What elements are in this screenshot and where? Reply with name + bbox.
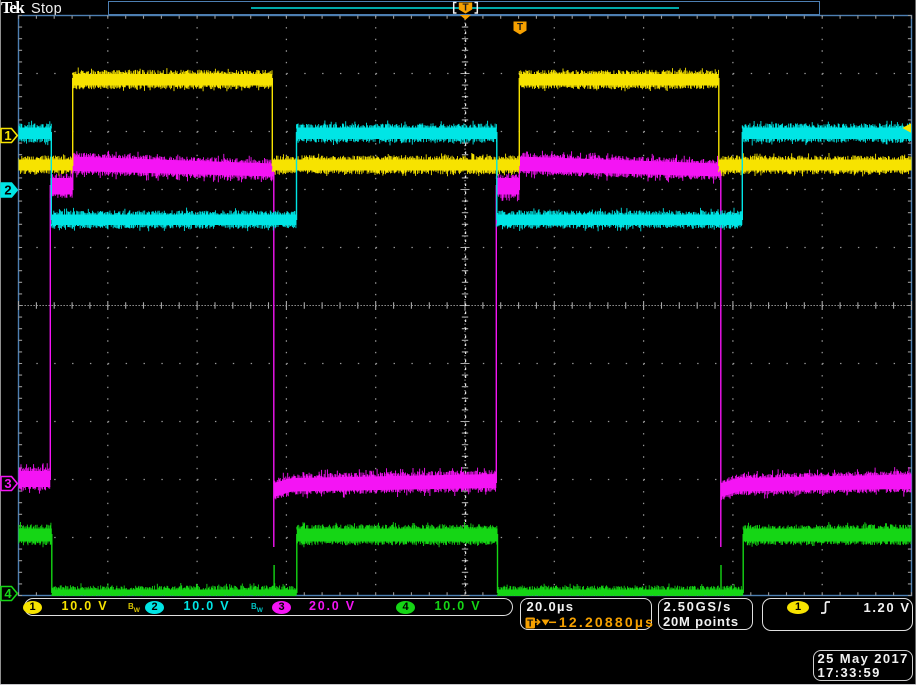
svg-text:T: T: [517, 22, 523, 33]
svg-text:T: T: [527, 618, 533, 629]
svg-text:3: 3: [4, 476, 11, 491]
svg-text:2: 2: [4, 183, 11, 198]
svg-text:T: T: [462, 3, 468, 14]
svg-text:1: 1: [4, 128, 11, 143]
svg-text:4: 4: [4, 586, 12, 601]
